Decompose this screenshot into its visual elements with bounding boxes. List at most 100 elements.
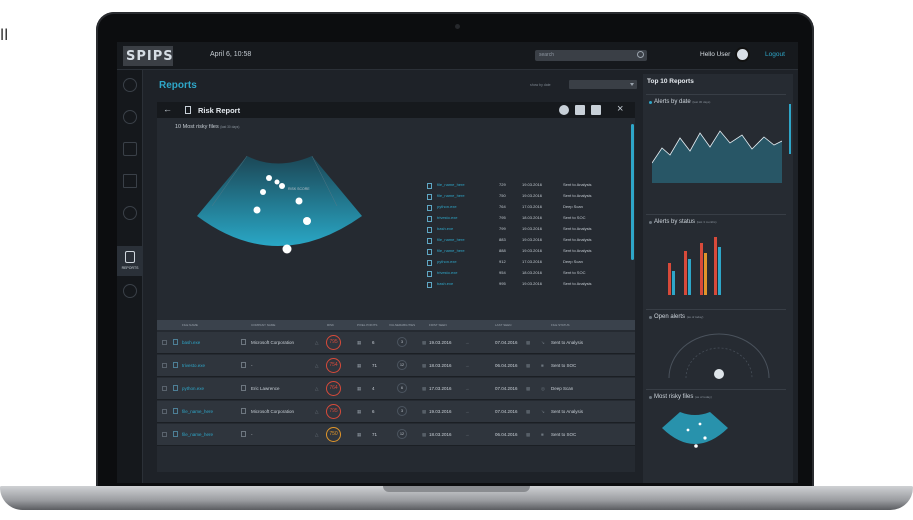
sidebar-database-icon[interactable] xyxy=(123,206,137,220)
panel-title: Top 10 Reports xyxy=(647,78,694,85)
pixel-points-icon: ▦ xyxy=(357,340,362,345)
vulnerabilities-count: 3 xyxy=(397,337,407,347)
timeline-arrow-icon: → xyxy=(465,363,470,368)
excel-icon[interactable] xyxy=(591,105,601,115)
widget-most-risky-files[interactable]: Most risky files (as of today) xyxy=(646,389,786,464)
table-row[interactable]: bash.exe Microsoft Corporation △ 795 ▦ 6 … xyxy=(157,332,635,354)
search-placeholder: search xyxy=(539,52,555,58)
column-header[interactable]: COMPANY NAME xyxy=(251,323,275,327)
section-title: 10 Most risky files (last 30 days) xyxy=(175,124,240,130)
app-screen: SPIPS April 6, 10:58 search Hello User L… xyxy=(117,42,798,483)
last-seen: 07.04.2016 xyxy=(495,409,518,414)
calendar-icon: ▩ xyxy=(526,432,531,437)
file-icon xyxy=(173,339,178,345)
document-icon xyxy=(185,106,191,114)
table-row[interactable]: file_name_here Microsoft Corporation △ 7… xyxy=(157,401,635,423)
sidebar-item-reports[interactable]: REPORTS xyxy=(117,246,143,276)
alerts-by-status-chart xyxy=(668,237,721,295)
company-name: - xyxy=(251,363,253,368)
row-checkbox[interactable] xyxy=(162,409,167,414)
risk-badge: 750 xyxy=(326,427,341,442)
table-row[interactable]: file_name_here - △ 750 ▦ 71 12 ▩ 18.03.201… xyxy=(157,424,635,446)
sidebar-settings-icon[interactable] xyxy=(123,284,137,298)
avatar[interactable] xyxy=(735,47,750,62)
last-seen: 07.04.2016 xyxy=(495,340,518,345)
risk-badge: 795 xyxy=(326,335,341,350)
sidebar-home-icon[interactable] xyxy=(123,78,137,92)
timeline-arrow-icon: → xyxy=(465,409,470,414)
file-name-link[interactable]: file_name_here xyxy=(182,409,213,414)
table-row[interactable]: trivesto.exe - △ 754 ▦ 71 12 ▩ 18.03.2016 … xyxy=(157,355,635,377)
logout-link[interactable]: Logout xyxy=(765,51,785,58)
row-checkbox[interactable] xyxy=(162,363,167,368)
search-icon[interactable] xyxy=(637,51,644,58)
calendar-icon: ▩ xyxy=(422,363,427,368)
bullet-icon xyxy=(649,221,652,224)
search-input[interactable]: search xyxy=(535,50,647,61)
file-name-link[interactable]: trivesto.exe xyxy=(182,363,205,368)
company-icon xyxy=(241,408,246,414)
file-name-link[interactable]: bash.exe xyxy=(182,340,200,345)
widget-open-alerts[interactable]: Open alerts (as of today) xyxy=(646,309,786,384)
first-seen: 18.03.2016 xyxy=(429,432,452,437)
bullet-icon xyxy=(649,316,652,319)
file-status: Sent to SOC xyxy=(551,363,577,368)
column-header[interactable]: VULNERABILITIES xyxy=(389,323,415,327)
alerts-by-date-chart xyxy=(652,130,782,183)
last-seen: 07.04.2016 xyxy=(495,386,518,391)
sidebar-search-icon[interactable] xyxy=(123,142,137,156)
sort-select[interactable] xyxy=(569,80,637,89)
risk-badge: 795 xyxy=(326,404,341,419)
widget-title: Alerts by date (last 30 days) xyxy=(654,99,711,105)
sidebar-alert-icon[interactable] xyxy=(123,110,137,124)
column-header[interactable]: FILE STATUS xyxy=(551,323,570,327)
last-seen: 06.04.2016 xyxy=(495,363,518,368)
pixel-points-value: 6 xyxy=(372,409,375,414)
file-icon xyxy=(173,431,178,437)
widget-title: Open alerts (as of today) xyxy=(654,314,704,320)
sidebar-list-icon[interactable] xyxy=(123,174,137,188)
column-header[interactable]: FILE NAME xyxy=(182,323,198,327)
back-arrow-icon[interactable]: ← xyxy=(163,104,172,114)
column-header[interactable]: FIRST SEEN xyxy=(429,323,447,327)
bullet-icon xyxy=(649,396,652,399)
timeline-arrow-icon: → xyxy=(465,340,470,345)
report-header: ← Risk Report × xyxy=(157,102,635,118)
calendar-icon: ▩ xyxy=(422,409,427,414)
widget-title: Alerts by status (last 3 months) xyxy=(654,219,717,225)
close-icon[interactable]: × xyxy=(617,103,623,115)
vulnerabilities-count: 12 xyxy=(397,360,407,370)
calendar-icon: ▩ xyxy=(526,386,531,391)
company-icon xyxy=(241,362,246,368)
last-seen: 06.04.2016 xyxy=(495,432,518,437)
file-icon xyxy=(173,408,178,414)
table-header: FILE NAME COMPANY NAME RISK PIXEL POINTS… xyxy=(157,320,635,330)
file-name-link[interactable]: file_name_here xyxy=(182,432,213,437)
laptop-notch xyxy=(383,486,530,492)
timeline-arrow-icon: → xyxy=(465,432,470,437)
widget-alerts-by-status[interactable]: Alerts by status (last 3 months) xyxy=(646,214,786,304)
app-logo[interactable]: SPIPS xyxy=(123,46,173,66)
row-checkbox[interactable] xyxy=(162,340,167,345)
pdf-icon[interactable] xyxy=(575,105,585,115)
widget-title: Most risky files (as of today) xyxy=(654,394,712,400)
row-checkbox[interactable] xyxy=(162,432,167,437)
column-header[interactable]: LAST SEEN xyxy=(495,323,511,327)
calendar-icon: ▩ xyxy=(422,432,427,437)
first-seen: 18.03.2016 xyxy=(429,363,452,368)
row-checkbox[interactable] xyxy=(162,386,167,391)
file-name-link[interactable]: python.exe xyxy=(182,386,204,391)
column-header[interactable]: RISK xyxy=(327,323,334,327)
widget-alerts-by-date[interactable]: Alerts by date (last 30 days) xyxy=(646,94,786,209)
first-seen: 19.03.2016 xyxy=(429,340,452,345)
company-name: - xyxy=(251,432,253,437)
column-header[interactable]: PIXEL POINTS xyxy=(357,323,377,327)
file-status: Sent to Analysis xyxy=(551,409,584,414)
table-row[interactable]: python.exe Eric Lawrence △ 764 ▦ 4 6 ▩ 17.… xyxy=(157,378,635,400)
scrollbar[interactable] xyxy=(631,124,634,260)
risk-report-card: ← Risk Report × 10 Most risky files (las… xyxy=(157,102,635,472)
print-icon[interactable] xyxy=(559,105,569,115)
pixel-points-icon: ▦ xyxy=(357,432,362,437)
webcam-icon xyxy=(455,24,460,29)
scrollbar[interactable] xyxy=(789,104,791,154)
